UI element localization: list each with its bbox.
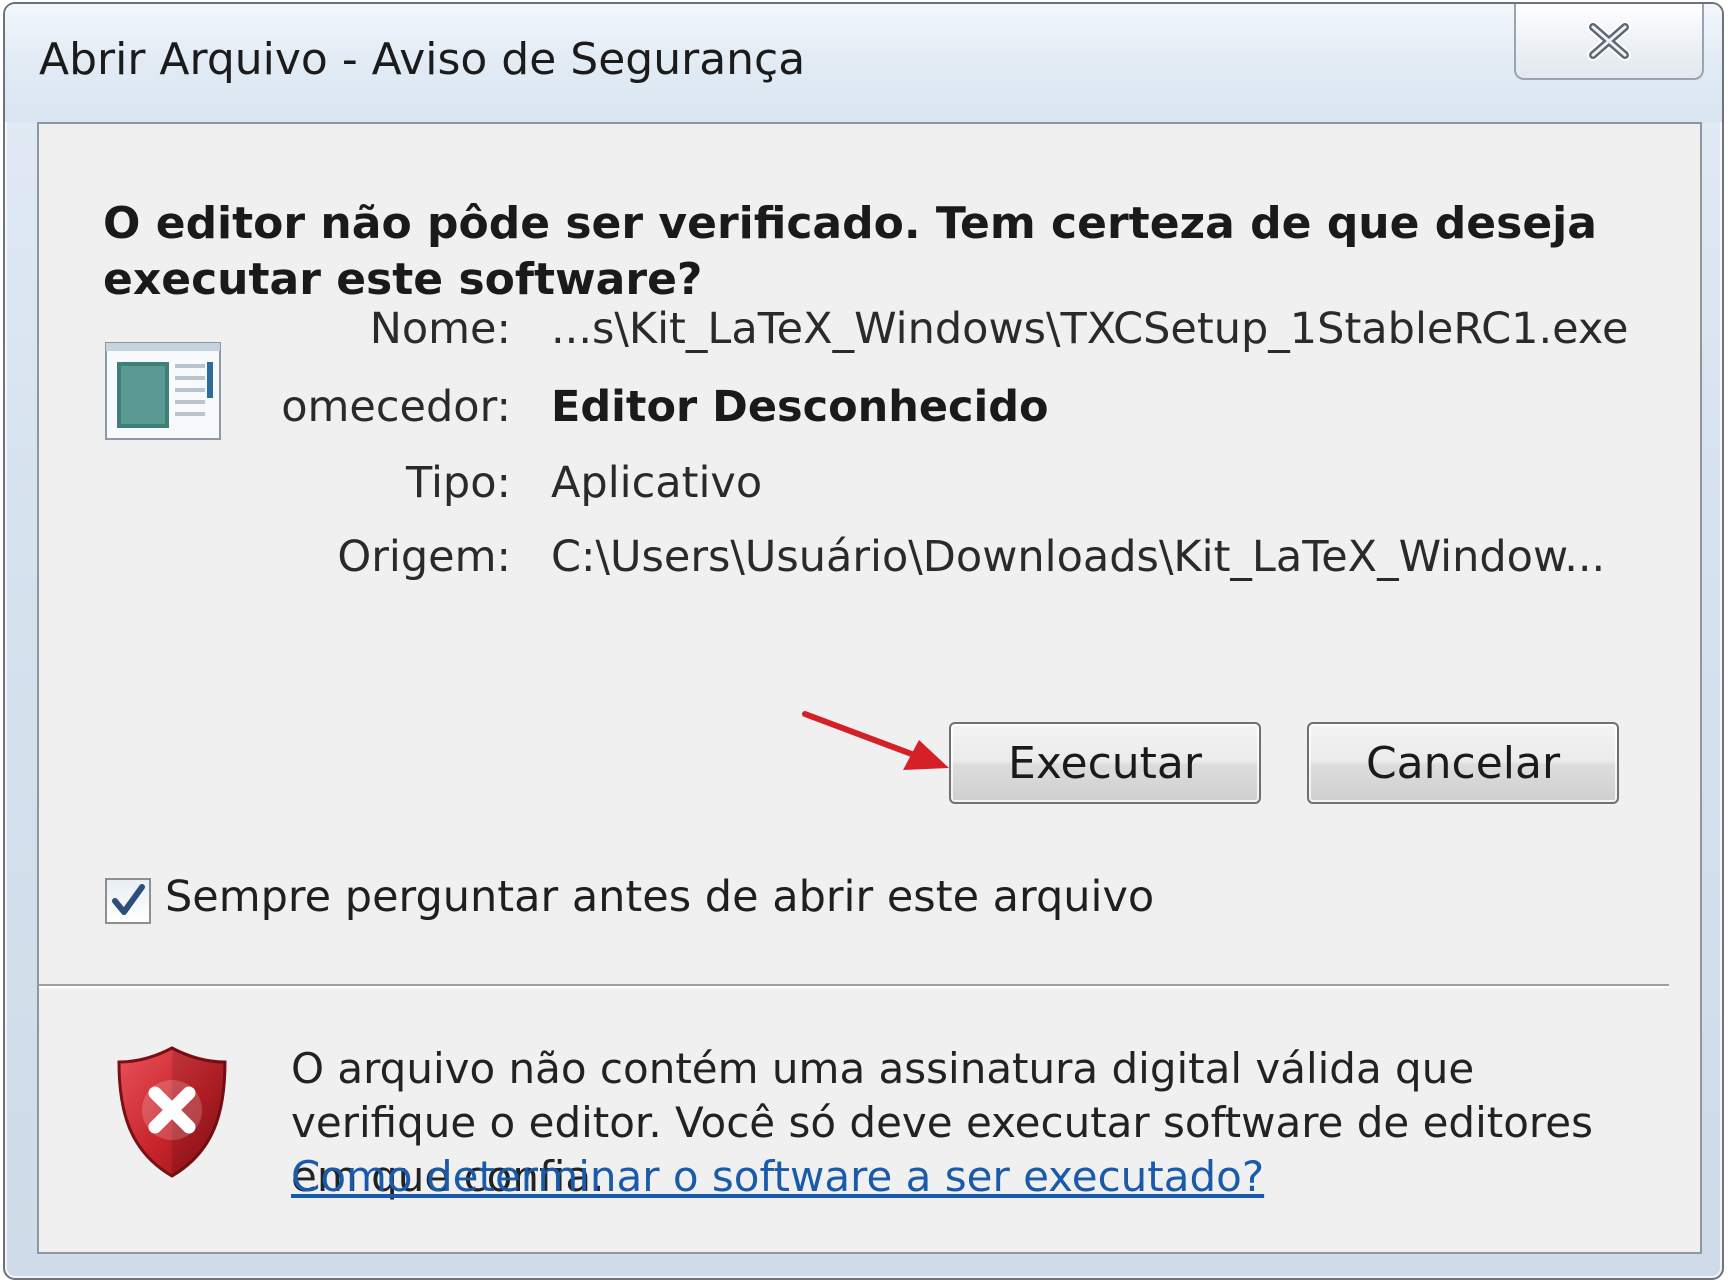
detail-label: Origem:	[337, 532, 511, 582]
red-arrow-annotation	[802, 711, 949, 770]
detail-row-type: Tipo: Aplicativo	[39, 458, 1704, 518]
cancel-button[interactable]: Cancelar	[1307, 722, 1619, 804]
help-link[interactable]: Como determinar o software a ser executa…	[291, 1150, 1264, 1204]
close-icon	[1587, 21, 1631, 61]
detail-value: C:\Users\Usuário\Downloads\Kit_LaTeX_Win…	[551, 532, 1606, 582]
detail-row-origin: Origem: C:\Users\Usuário\Downloads\Kit_L…	[39, 532, 1704, 592]
checkmark-icon	[112, 884, 145, 915]
detail-value: Editor Desconhecido	[551, 382, 1049, 432]
security-shield-error-icon	[117, 1046, 227, 1178]
window-title: Abrir Arquivo - Aviso de Segurança	[39, 34, 806, 85]
security-warning-dialog: Abrir Arquivo - Aviso de Segurança O edi…	[3, 2, 1724, 1280]
detail-row-publisher: omecedor: Editor Desconhecido	[39, 382, 1704, 442]
always-ask-label[interactable]: Sempre perguntar antes de abrir este arq…	[165, 872, 1154, 922]
execute-button[interactable]: Executar	[949, 722, 1261, 804]
warning-headline: O editor não pôde ser verificado. Tem ce…	[103, 198, 1597, 305]
dialog-body: O editor não pôde ser verificado. Tem ce…	[37, 122, 1702, 1254]
always-ask-checkbox[interactable]	[105, 878, 151, 924]
title-bar[interactable]: Abrir Arquivo - Aviso de Segurança	[5, 4, 1722, 122]
detail-label: Tipo:	[406, 458, 511, 508]
detail-value: Aplicativo	[551, 458, 763, 508]
detail-row-name: Nome: ...s\Kit_LaTeX_Windows\TXCSetup_1S…	[39, 304, 1704, 364]
detail-label: Nome:	[369, 304, 511, 354]
section-divider	[39, 984, 1669, 988]
detail-value: ...s\Kit_LaTeX_Windows\TXCSetup_1StableR…	[551, 304, 1629, 354]
close-button[interactable]	[1514, 4, 1704, 80]
detail-label: omecedor:	[281, 382, 511, 432]
